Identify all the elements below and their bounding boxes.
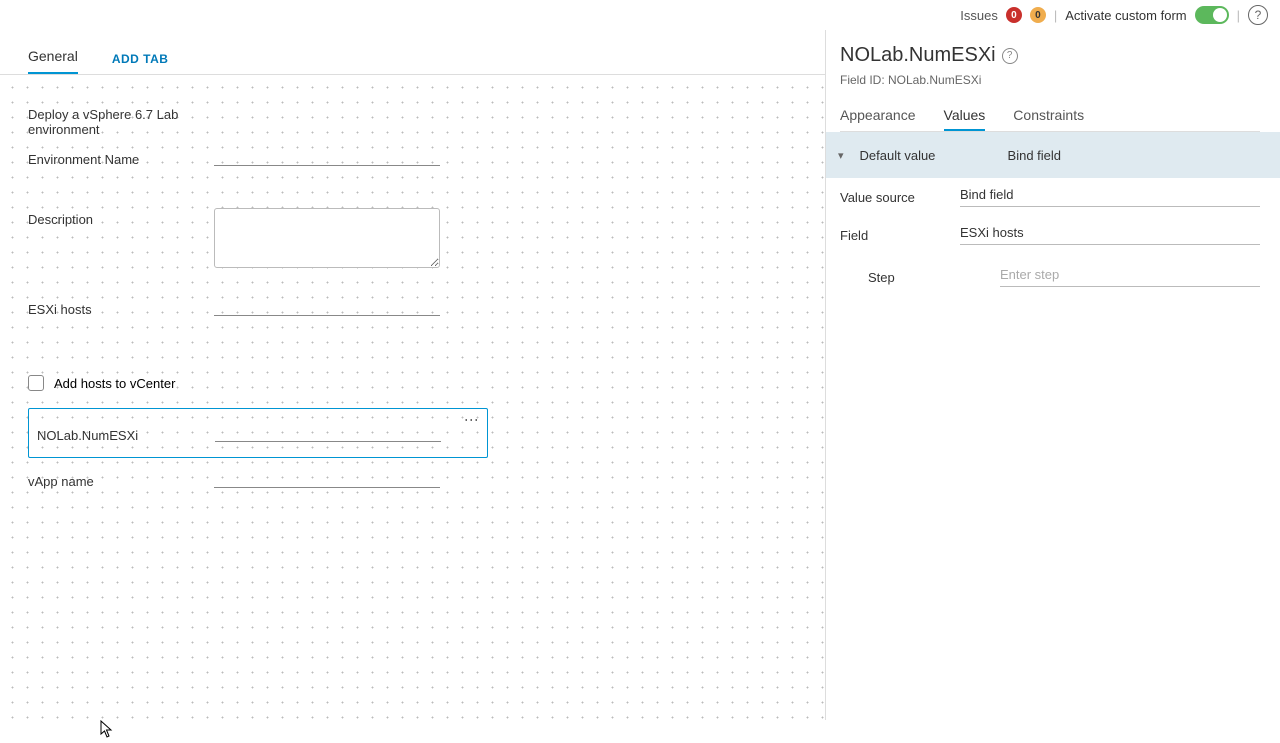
- tab-constraints[interactable]: Constraints: [1013, 101, 1084, 131]
- issues-badge-warning[interactable]: 0: [1030, 7, 1046, 23]
- kebab-menu-icon[interactable]: ⋮: [465, 413, 479, 426]
- separator: |: [1054, 8, 1057, 23]
- activate-custom-form-toggle[interactable]: [1195, 6, 1229, 24]
- form-tabs: General ADD TAB: [0, 30, 825, 75]
- separator: |: [1237, 8, 1240, 23]
- chevron-down-icon[interactable]: ▾: [838, 149, 844, 162]
- description-label[interactable]: Description: [28, 208, 214, 227]
- value-source-select[interactable]: Bind field: [960, 187, 1260, 207]
- environment-name-input[interactable]: [214, 148, 440, 166]
- selected-field-nolab-numesxi[interactable]: NOLab.NumESXi ⋮: [28, 408, 488, 458]
- field-select[interactable]: ESXi hosts: [960, 225, 1260, 245]
- add-hosts-label[interactable]: Add hosts to vCenter: [54, 376, 175, 391]
- issues-label: Issues: [960, 8, 998, 23]
- esxi-hosts-input[interactable]: [214, 298, 440, 316]
- side-panel: NOLab.NumESXi ? Field ID: NOLab.NumESXi …: [826, 30, 1280, 720]
- step-input[interactable]: Enter step: [1000, 267, 1260, 287]
- side-help-icon[interactable]: ?: [1002, 48, 1018, 64]
- tab-values[interactable]: Values: [944, 101, 986, 131]
- description-textarea[interactable]: [214, 208, 440, 268]
- esxi-hosts-label[interactable]: ESXi hosts: [28, 298, 214, 317]
- default-value-summary: Bind field: [1008, 148, 1268, 163]
- selected-field-label: NOLab.NumESXi: [37, 424, 215, 443]
- field-id-label: Field ID: NOLab.NumESXi: [840, 73, 1260, 87]
- vapp-name-label[interactable]: vApp name: [28, 470, 214, 489]
- value-source-key: Value source: [840, 190, 960, 205]
- default-value-label: Default value: [856, 148, 996, 163]
- side-panel-title-text: NOLab.NumESXi: [840, 44, 996, 67]
- help-icon[interactable]: ?: [1248, 5, 1268, 25]
- form-title-label[interactable]: Deploy a vSphere 6.7 Lab environment: [28, 103, 214, 137]
- default-value-section[interactable]: ▾ Default value Bind field: [826, 132, 1280, 178]
- tab-general[interactable]: General: [28, 40, 78, 74]
- add-tab-button[interactable]: ADD TAB: [112, 44, 169, 74]
- selected-field-input[interactable]: [215, 424, 441, 442]
- activate-custom-form-label: Activate custom form: [1065, 8, 1186, 23]
- side-tabs: Appearance Values Constraints: [840, 101, 1260, 132]
- add-hosts-checkbox[interactable]: [28, 375, 44, 391]
- form-canvas[interactable]: Deploy a vSphere 6.7 Lab environment Env…: [0, 75, 825, 720]
- side-panel-title: NOLab.NumESXi ?: [840, 44, 1260, 67]
- cursor-icon: [100, 720, 114, 743]
- issues-badge-error[interactable]: 0: [1006, 7, 1022, 23]
- environment-name-label[interactable]: Environment Name: [28, 148, 214, 167]
- tab-appearance[interactable]: Appearance: [840, 101, 916, 131]
- vapp-name-input[interactable]: [214, 470, 440, 488]
- field-key: Field: [840, 228, 960, 243]
- topbar: Issues 0 0 | Activate custom form | ?: [0, 0, 1280, 30]
- step-key: Step: [868, 270, 1000, 285]
